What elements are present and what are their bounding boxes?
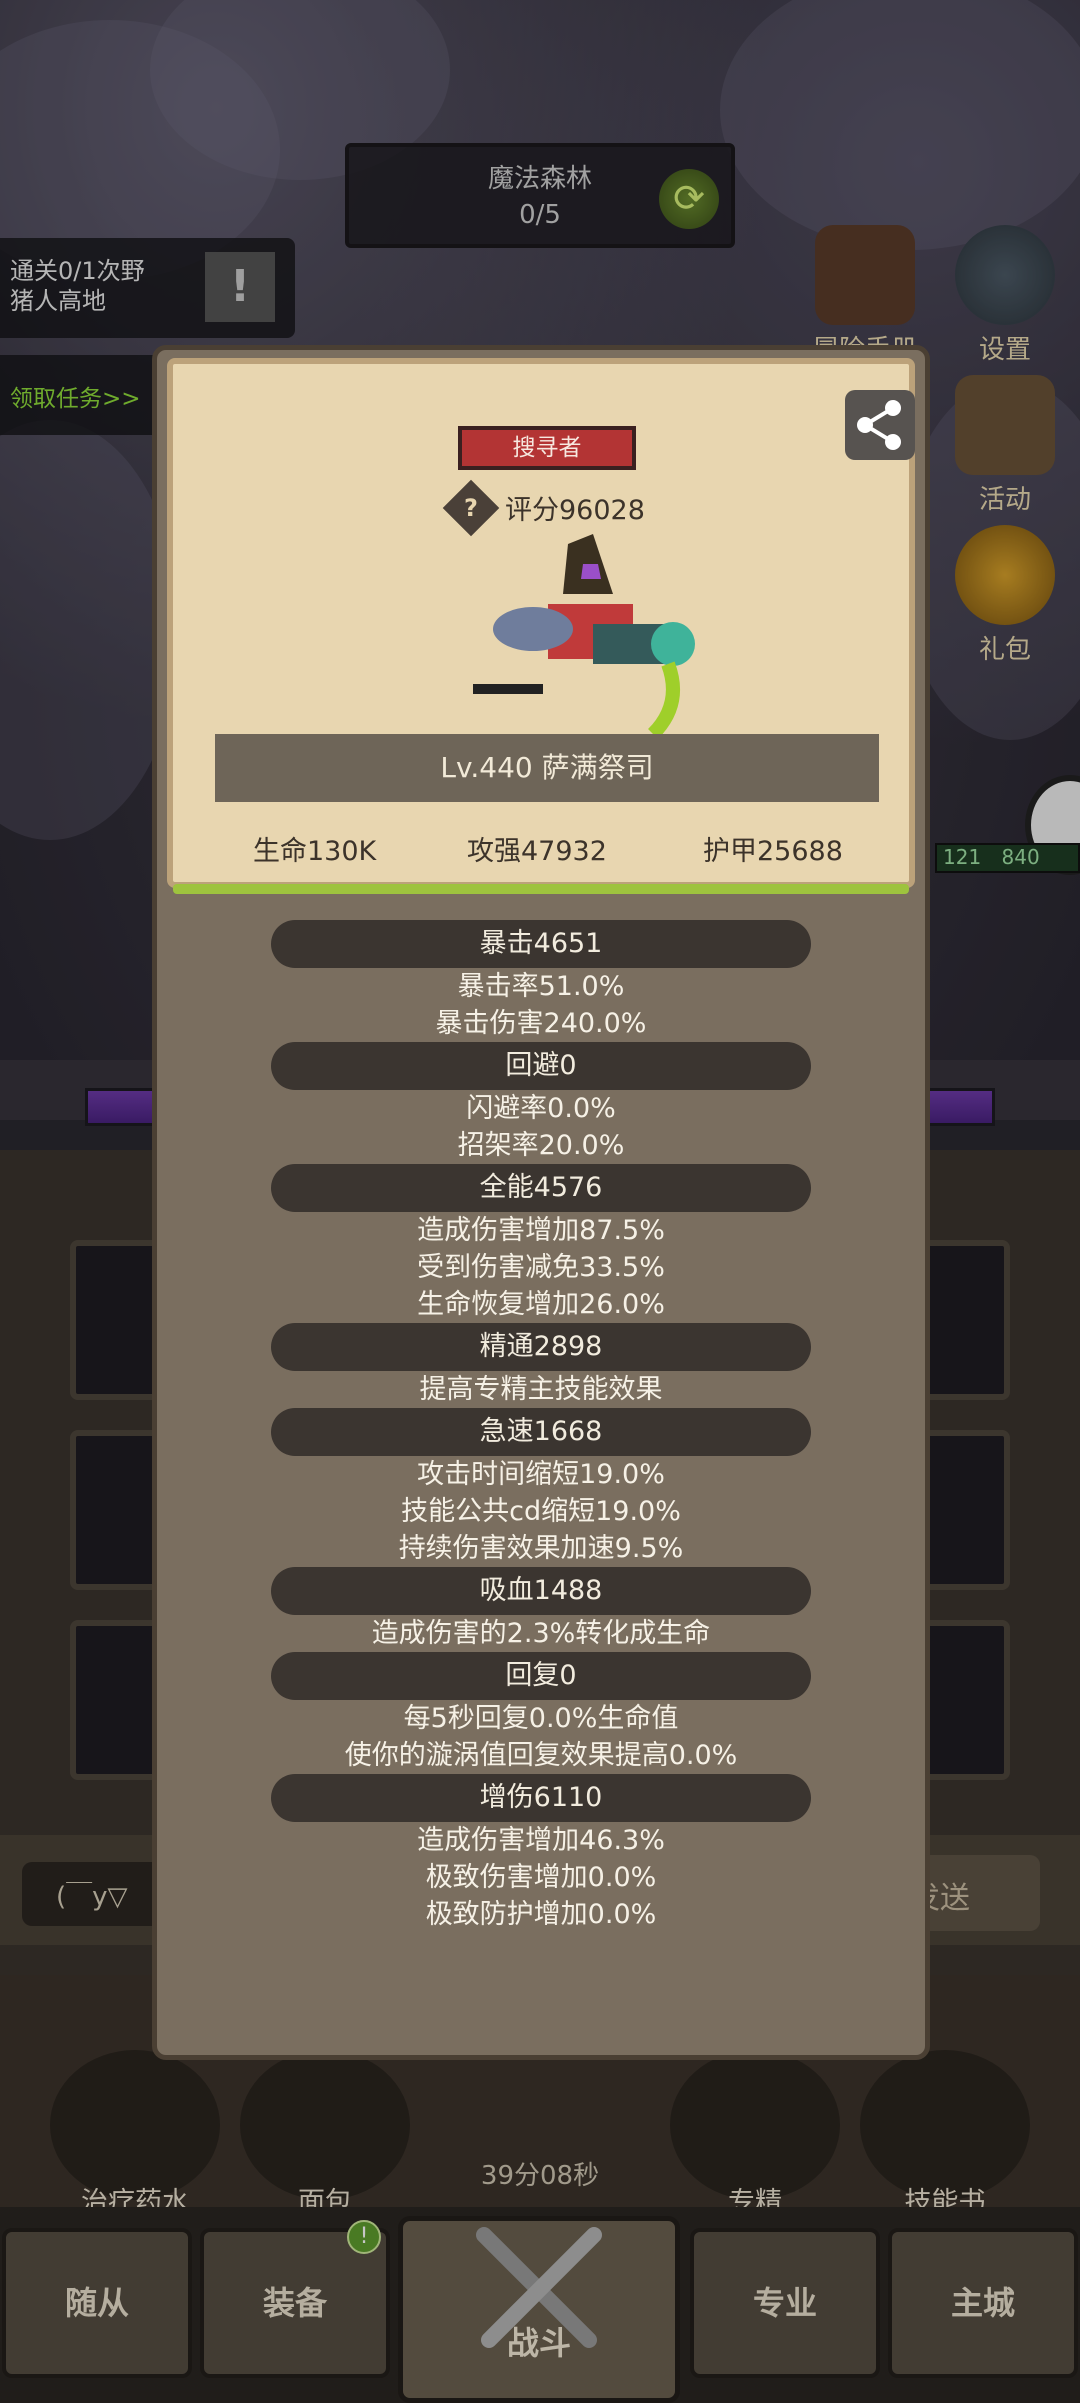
attr-line: 每5秒回复0.0%生命值 — [403, 1703, 679, 1734]
attr-line: 招架率20.0% — [457, 1130, 625, 1161]
attr-line: 造成伤害增加87.5% — [417, 1215, 665, 1246]
attr-line: 使你的漩涡值回复效果提高0.0% — [344, 1740, 738, 1771]
character-name-level: Lv.440 萨满祭司 — [215, 734, 879, 802]
panel-accent-line — [173, 884, 909, 894]
attr-haste-header: 急速1668 — [271, 1408, 811, 1456]
attr-leech-header: 吸血1488 — [271, 1567, 811, 1615]
attr-crit-header: 暴击4651 — [271, 920, 811, 968]
attr-line: 受到伤害减免33.5% — [417, 1252, 665, 1283]
character-summary-panel: 搜寻者 ? 评分96028 Lv.440 萨满祭司 生命130K 攻强47932… — [167, 358, 915, 894]
role-badge: 搜寻者 — [458, 426, 636, 470]
attr-line: 持续伤害效果加速9.5% — [398, 1533, 684, 1564]
hero-sprite — [473, 534, 695, 734]
attr-line: 闪避率0.0% — [466, 1093, 616, 1124]
attr-damage-header: 增伤6110 — [271, 1774, 811, 1822]
attr-avoidance-header: 回避0 — [271, 1042, 811, 1090]
stat-hp: 生命130K — [253, 836, 377, 867]
share-button[interactable] — [845, 390, 915, 460]
attr-versatility-header: 全能4576 — [271, 1164, 811, 1212]
attr-line: 造成伤害的2.3%转化成生命 — [371, 1618, 711, 1649]
attr-line: 生命恢复增加26.0% — [417, 1289, 665, 1320]
attr-regen-header: 回复0 — [271, 1652, 811, 1700]
attr-line: 攻击时间缩短19.0% — [417, 1459, 665, 1490]
stat-armor: 护甲25688 — [703, 836, 843, 867]
attr-line: 暴击率51.0% — [457, 971, 625, 1002]
attribute-list: 暴击4651 暴击率51.0% 暴击伤害240.0% 回避0 闪避率0.0% 招… — [157, 920, 925, 1933]
help-icon[interactable]: ? — [442, 479, 500, 537]
stat-attack-power: 攻强47932 — [467, 836, 607, 867]
attr-line: 技能公共cd缩短19.0% — [401, 1496, 681, 1527]
attr-line: 造成伤害增加46.3% — [417, 1825, 665, 1856]
rating-score: 评分96028 — [505, 495, 645, 526]
attr-mastery-header: 精通2898 — [271, 1323, 811, 1371]
attr-line: 暴击伤害240.0% — [435, 1008, 647, 1039]
attr-line: 极致伤害增加0.0% — [425, 1862, 657, 1893]
attr-line: 提高专精主技能效果 — [419, 1374, 663, 1405]
attr-line: 极致防护增加0.0% — [425, 1899, 657, 1930]
character-stats-modal: 搜寻者 ? 评分96028 Lv.440 萨满祭司 生命130K 攻强47932… — [152, 345, 930, 2060]
share-icon — [857, 400, 901, 450]
